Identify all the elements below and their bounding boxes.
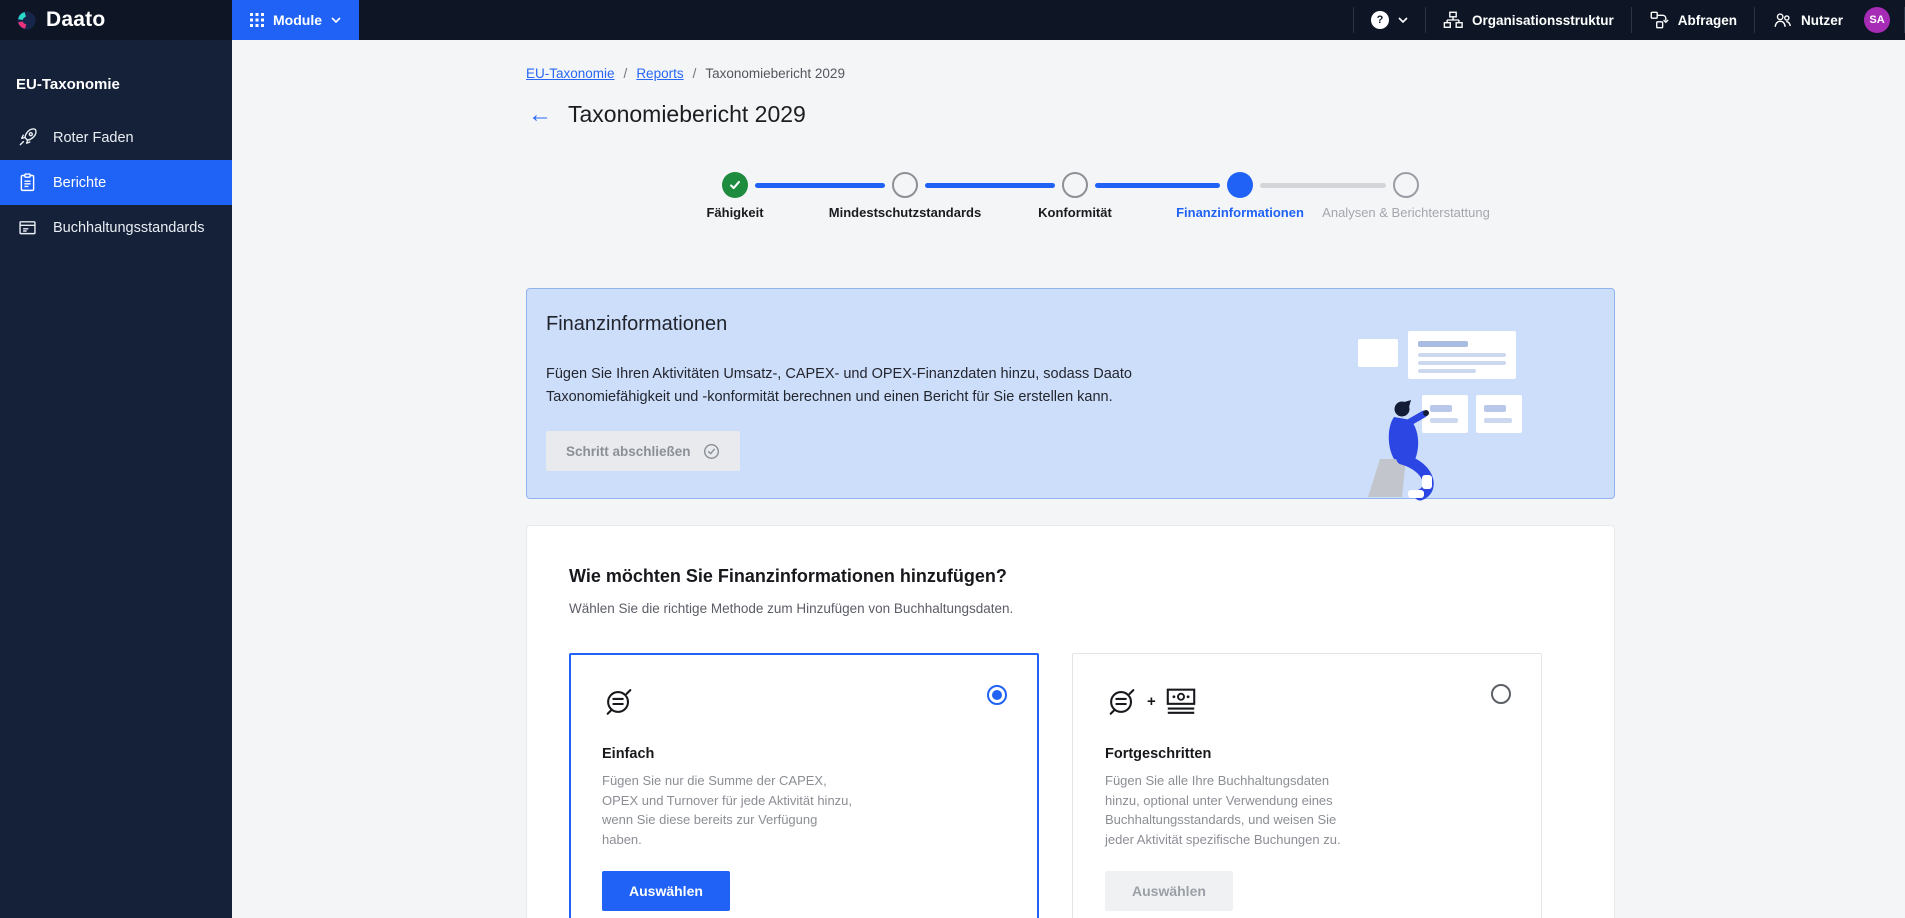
grid-icon	[250, 13, 264, 27]
banknote-icon	[1164, 684, 1198, 718]
chevron-down-icon	[331, 16, 341, 24]
step-label[interactable]: Fähigkeit	[650, 205, 820, 221]
module-button[interactable]: Module	[232, 0, 359, 40]
complete-step-button[interactable]: Schritt abschließen	[546, 431, 740, 471]
money-icon	[1105, 684, 1139, 718]
back-arrow-icon[interactable]: ←	[528, 102, 552, 127]
method-subheading: Wählen Sie die richtige Methode zum Hinz…	[569, 601, 1014, 616]
option-title: Fortgeschritten	[1105, 746, 1212, 762]
chevron-down-icon	[1398, 16, 1408, 24]
finance-illustration	[1356, 329, 1556, 501]
method-selection-card: Wie möchten Sie Finanzinformationen hinz…	[526, 525, 1615, 918]
users-icon	[1772, 10, 1792, 30]
option-card-fortgeschritten[interactable]: + Fortgeschritten Fügen Sie alle Ihre Bu…	[1072, 653, 1542, 918]
help-menu[interactable]: ?	[1354, 0, 1425, 40]
step-circle-konformitaet[interactable]	[1062, 172, 1088, 198]
info-card-title: Finanzinformationen	[546, 313, 728, 335]
method-heading: Wie möchten Sie Finanzinformationen hinz…	[569, 566, 1007, 586]
step-connector	[755, 183, 885, 188]
org-structure-icon	[1443, 10, 1463, 30]
breadcrumb-current: Taxonomiebericht 2029	[705, 66, 845, 81]
money-icon	[602, 684, 636, 718]
breadcrumb-separator: /	[623, 66, 628, 81]
option-description: Fügen Sie alle Ihre Buchhaltungsdaten hi…	[1105, 773, 1341, 847]
breadcrumb-separator: /	[692, 66, 697, 81]
sidebar-section-title: EU-Taxonomie	[16, 76, 120, 93]
page-title-row: ← Taxonomiebericht 2029	[528, 101, 806, 128]
nav-nutzer[interactable]: Nutzer	[1755, 0, 1860, 40]
step-circle-faehigkeit[interactable]	[722, 172, 748, 198]
step-label[interactable]: Mindestschutzstandards	[820, 205, 990, 221]
query-flow-icon	[1649, 10, 1669, 30]
logo-text: Daato	[46, 8, 106, 31]
help-icon: ?	[1370, 11, 1389, 29]
step-label[interactable]: Finanzinformationen	[1155, 205, 1325, 221]
step-connector	[925, 183, 1055, 188]
option-icon-row	[602, 682, 1006, 720]
check-icon	[728, 178, 742, 192]
step-connector	[1095, 183, 1220, 188]
sidebar-item-label: Berichte	[53, 174, 107, 191]
finanzinformationen-info-card: Finanzinformationen Fügen Sie Ihren Akti…	[526, 288, 1615, 501]
complete-step-button-label: Schritt abschließen	[566, 443, 691, 459]
sidebar-item-roter-faden[interactable]: Roter Faden	[0, 115, 232, 160]
daato-logo-icon	[16, 10, 37, 31]
sidebar-item-buchhaltungsstandards[interactable]: Buchhaltungsstandards	[0, 205, 232, 250]
step-label[interactable]: Konformität	[990, 205, 1160, 221]
user-avatar[interactable]: SA	[1864, 7, 1890, 33]
topbar-right: ? Organisationsstruktur Abfragen Nutzer …	[1352, 0, 1905, 40]
option-description: Fügen Sie nur die Summe der CAPEX, OPEX …	[602, 773, 853, 847]
breadcrumb-link-reports[interactable]: Reports	[636, 66, 683, 81]
sidebar-item-label: Buchhaltungsstandards	[53, 219, 205, 236]
method-options: Einfach Fügen Sie nur die Summe der CAPE…	[569, 653, 1542, 918]
radio-einfach[interactable]	[987, 685, 1007, 705]
breadcrumb: EU-Taxonomie / Reports / Taxonomieberich…	[526, 66, 845, 81]
nav-label: Abfragen	[1677, 12, 1737, 28]
step-connector	[1260, 183, 1386, 188]
daato-logo[interactable]: Daato	[0, 0, 232, 40]
circled-check-icon	[703, 443, 720, 460]
topbar: Daato Module ? Organisationsstruktur Abf…	[0, 0, 1905, 40]
nav-label: Organisationsstruktur	[1471, 12, 1614, 28]
nav-abfragen[interactable]: Abfragen	[1632, 0, 1754, 40]
step-label[interactable]: Analysen & Berichterstattung	[1321, 205, 1491, 221]
rocket-icon	[16, 127, 38, 149]
sidebar-item-berichte[interactable]: Berichte	[0, 160, 232, 205]
page-title: Taxonomiebericht 2029	[568, 101, 806, 127]
auswaehlen-button-einfach[interactable]: Auswählen	[602, 871, 730, 911]
radio-fortgeschritten[interactable]	[1491, 684, 1511, 704]
nav-label: Nutzer	[1800, 12, 1843, 28]
nav-organisationsstruktur[interactable]: Organisationsstruktur	[1426, 0, 1631, 40]
plus-glyph: +	[1147, 692, 1156, 710]
ledger-icon	[16, 217, 38, 239]
sidebar-item-label: Roter Faden	[53, 129, 134, 146]
main-content: EU-Taxonomie / Reports / Taxonomieberich…	[232, 40, 1905, 918]
option-title: Einfach	[602, 746, 655, 762]
info-card-body: Fügen Sie Ihren Aktivitäten Umsatz-, CAP…	[546, 366, 1132, 405]
clipboard-icon	[16, 172, 38, 194]
sidebar: EU-Taxonomie Roter Faden Berichte Buchha…	[0, 40, 232, 918]
option-card-einfach[interactable]: Einfach Fügen Sie nur die Summe der CAPE…	[569, 653, 1039, 918]
module-button-label: Module	[273, 12, 322, 28]
auswaehlen-button-fortgeschritten[interactable]: Auswählen	[1105, 871, 1233, 911]
step-circle-finanzinformationen[interactable]	[1227, 172, 1253, 198]
breadcrumb-link-eu-taxonomie[interactable]: EU-Taxonomie	[526, 66, 615, 81]
step-circle-mindestschutzstandards[interactable]	[892, 172, 918, 198]
option-icon-row: +	[1105, 682, 1509, 720]
step-circle-analysen[interactable]	[1393, 172, 1419, 198]
